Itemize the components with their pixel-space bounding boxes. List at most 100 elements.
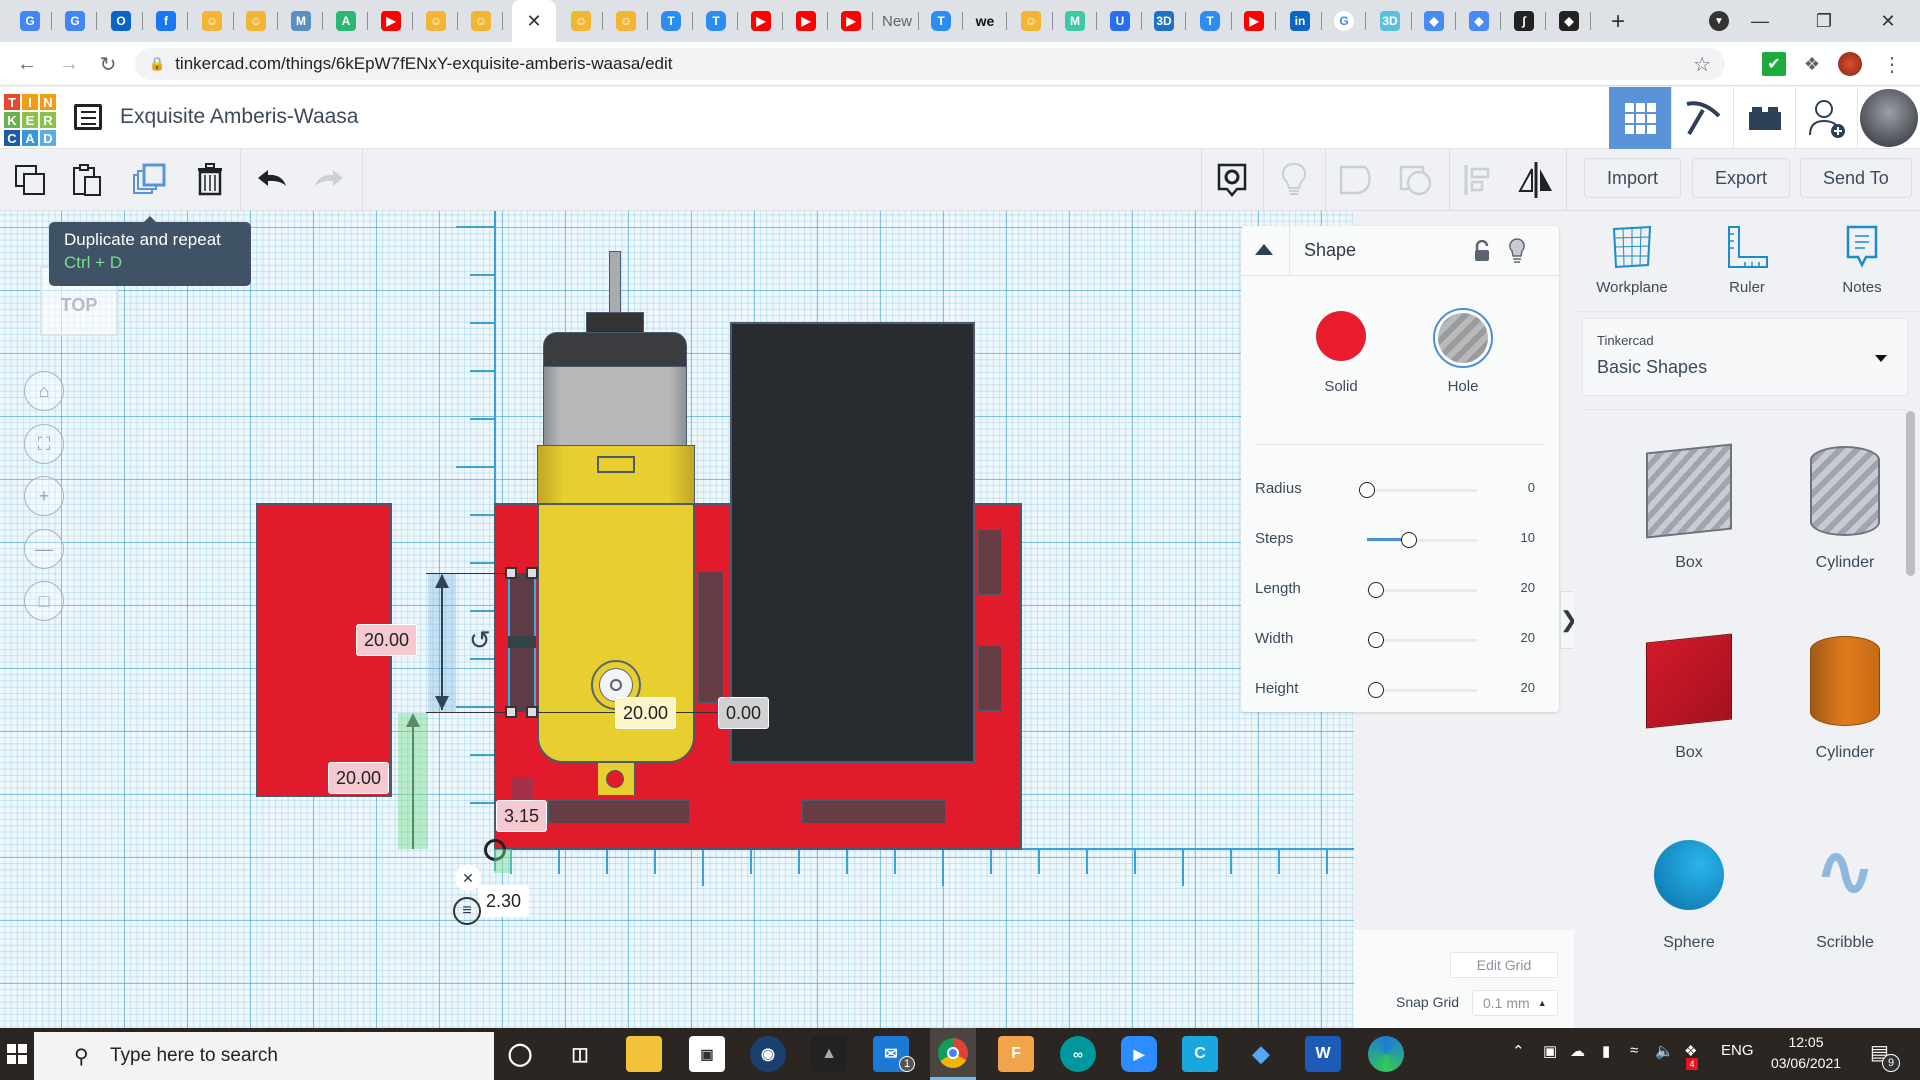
browser-tab[interactable]: ◆	[1461, 6, 1501, 36]
dimension-offset-label[interactable]: 0.00	[718, 697, 770, 729]
dimension-y-offset-label[interactable]: 3.15	[496, 800, 548, 832]
language-indicator[interactable]: ENG	[1721, 1042, 1754, 1059]
user-avatar[interactable]	[1857, 87, 1919, 149]
ms-store-icon[interactable]: ▣	[689, 1036, 725, 1072]
browser-tab[interactable]: T	[1192, 6, 1232, 36]
browser-tab[interactable]: T	[653, 6, 693, 36]
browser-tab[interactable]: New	[879, 6, 919, 36]
zoom-out-button[interactable]: —	[24, 529, 64, 569]
shape-library-select[interactable]: Tinkercad Basic Shapes	[1582, 318, 1908, 396]
workplane-canvas[interactable]: ↺ 20.00 20.00 20.00 0.00 3.15 2.30 ✕ ≡ T…	[0, 211, 1354, 1028]
extensions-puzzle-icon[interactable]: ❖	[1800, 52, 1824, 76]
shape-box[interactable]: Box	[1619, 626, 1759, 762]
browser-tab[interactable]: ▶	[743, 6, 783, 36]
lock-shape-icon[interactable]	[1473, 239, 1491, 267]
arduino-icon[interactable]: ∞	[1060, 1036, 1096, 1072]
browser-tab[interactable]: ◆	[1416, 6, 1456, 36]
edge-icon[interactable]	[1368, 1036, 1404, 1072]
tray-overflow-icon[interactable]: ⌃	[1512, 1042, 1525, 1060]
align-button[interactable]	[1459, 161, 1497, 199]
perspective-toggle-button[interactable]: □	[24, 581, 64, 621]
cura-icon[interactable]: C	[1182, 1036, 1218, 1072]
start-button[interactable]	[0, 1028, 34, 1080]
duplicate-button[interactable]	[130, 161, 168, 199]
browser-tab[interactable]: 3D	[1372, 6, 1412, 36]
tinkercad-logo[interactable]: TINKERCAD	[3, 93, 57, 147]
dimension-menu-icon[interactable]: ≡	[453, 897, 481, 925]
notes-tool-button[interactable]	[1213, 161, 1251, 199]
browser-tab[interactable]: f	[148, 6, 188, 36]
snap-grid-select[interactable]: 0.1 mm ▲	[1472, 990, 1558, 1016]
steam-icon[interactable]: ◉	[750, 1036, 786, 1072]
paste-button[interactable]	[68, 161, 106, 199]
browser-tab[interactable]: U	[1102, 6, 1142, 36]
mirror-button[interactable]	[1517, 161, 1555, 199]
browser-tab[interactable]: T	[923, 6, 963, 36]
send-to-button[interactable]: Send To	[1800, 158, 1912, 198]
import-button[interactable]: Import	[1584, 158, 1682, 198]
shape-hole-cylinder[interactable]: Cylinder	[1775, 436, 1915, 572]
dimension-elevation-label[interactable]: 20.00	[328, 762, 390, 794]
shape-scribble[interactable]: ∿ Scribble	[1775, 816, 1915, 952]
shape-sphere[interactable]: Sphere	[1619, 816, 1759, 952]
tab-active[interactable]: ✕	[512, 0, 556, 42]
dimension-height-label[interactable]: 20.00	[356, 624, 418, 656]
profile-avatar[interactable]	[1838, 52, 1862, 76]
browser-tab[interactable]: ☺	[1013, 6, 1053, 36]
workplane-tool[interactable]: Workplane	[1584, 225, 1680, 296]
browser-tab[interactable]: O	[103, 6, 143, 36]
browser-tab[interactable]: M	[1057, 6, 1097, 36]
browser-tab[interactable]: ▶	[1236, 6, 1276, 36]
fusion360-icon[interactable]: F	[998, 1036, 1034, 1072]
edit-grid-button[interactable]: Edit Grid	[1450, 952, 1558, 978]
zoom-in-button[interactable]: +	[24, 476, 64, 516]
property-value[interactable]: 20	[1521, 630, 1535, 645]
ruler-tool[interactable]: Ruler	[1699, 225, 1795, 296]
browser-tab[interactable]: A	[328, 6, 368, 36]
reload-button[interactable]: ↻	[94, 50, 122, 78]
ungroup-button[interactable]	[1397, 161, 1435, 199]
rotate-handle-icon[interactable]: ↺	[469, 625, 491, 656]
browser-tab[interactable]: ▶	[833, 6, 873, 36]
show-all-button[interactable]	[1275, 161, 1313, 199]
onedrive-icon[interactable]: ☁	[1570, 1042, 1585, 1060]
3d-design-view-button[interactable]	[1609, 87, 1671, 149]
browser-tab[interactable]: G	[57, 6, 97, 36]
browser-tab[interactable]: 3D	[1146, 6, 1186, 36]
browser-tab[interactable]: in	[1282, 6, 1322, 36]
browser-tab[interactable]: G	[12, 6, 52, 36]
browser-tab[interactable]: ☺	[463, 6, 503, 36]
group-button[interactable]	[1337, 161, 1375, 199]
chrome-taskbar-active[interactable]	[930, 1028, 976, 1080]
property-value[interactable]: 20	[1521, 680, 1535, 695]
browser-tab[interactable]: we	[967, 6, 1007, 36]
clock[interactable]: 12:05 03/06/2021	[1766, 1032, 1846, 1074]
redo-button[interactable]	[310, 161, 348, 199]
url-bar[interactable]: 🔒 tinkercad.com/things/6kEpW7fENxY-exqui…	[135, 48, 1725, 80]
resize-handle[interactable]	[505, 706, 517, 718]
property-slider-knob[interactable]	[1367, 632, 1384, 648]
cortana-icon[interactable]: ◯	[502, 1036, 538, 1072]
shape-cylinder[interactable]: Cylinder	[1775, 626, 1915, 762]
chrome-menu-icon[interactable]: ⋮	[1880, 52, 1904, 76]
browser-tab[interactable]: ☺	[608, 6, 648, 36]
browser-tab[interactable]: M	[283, 6, 323, 36]
predator-sense-icon[interactable]: ▲	[811, 1036, 847, 1072]
design-title[interactable]: Exquisite Amberis-Waasa	[120, 105, 358, 129]
export-button[interactable]: Export	[1692, 158, 1791, 198]
camera-icon[interactable]: ▣	[1543, 1042, 1557, 1060]
delete-button[interactable]	[191, 161, 229, 199]
task-view-icon[interactable]: ◫	[562, 1036, 598, 1072]
resize-handle[interactable]	[505, 567, 517, 579]
tab-search-icon[interactable]: ▼	[1709, 11, 1729, 31]
back-button[interactable]: ←	[13, 50, 41, 78]
bricks-button[interactable]	[1733, 87, 1795, 149]
browser-tab[interactable]: ▶	[788, 6, 828, 36]
browser-tab[interactable]: ∫	[1506, 6, 1546, 36]
collapse-inspector-icon[interactable]	[1255, 244, 1273, 255]
solid-option[interactable]	[1313, 308, 1369, 364]
undo-button[interactable]	[253, 161, 291, 199]
browser-tab[interactable]: ☺	[238, 6, 278, 36]
resize-handle-side[interactable]	[508, 636, 536, 648]
browser-tab[interactable]: G	[1326, 6, 1366, 36]
